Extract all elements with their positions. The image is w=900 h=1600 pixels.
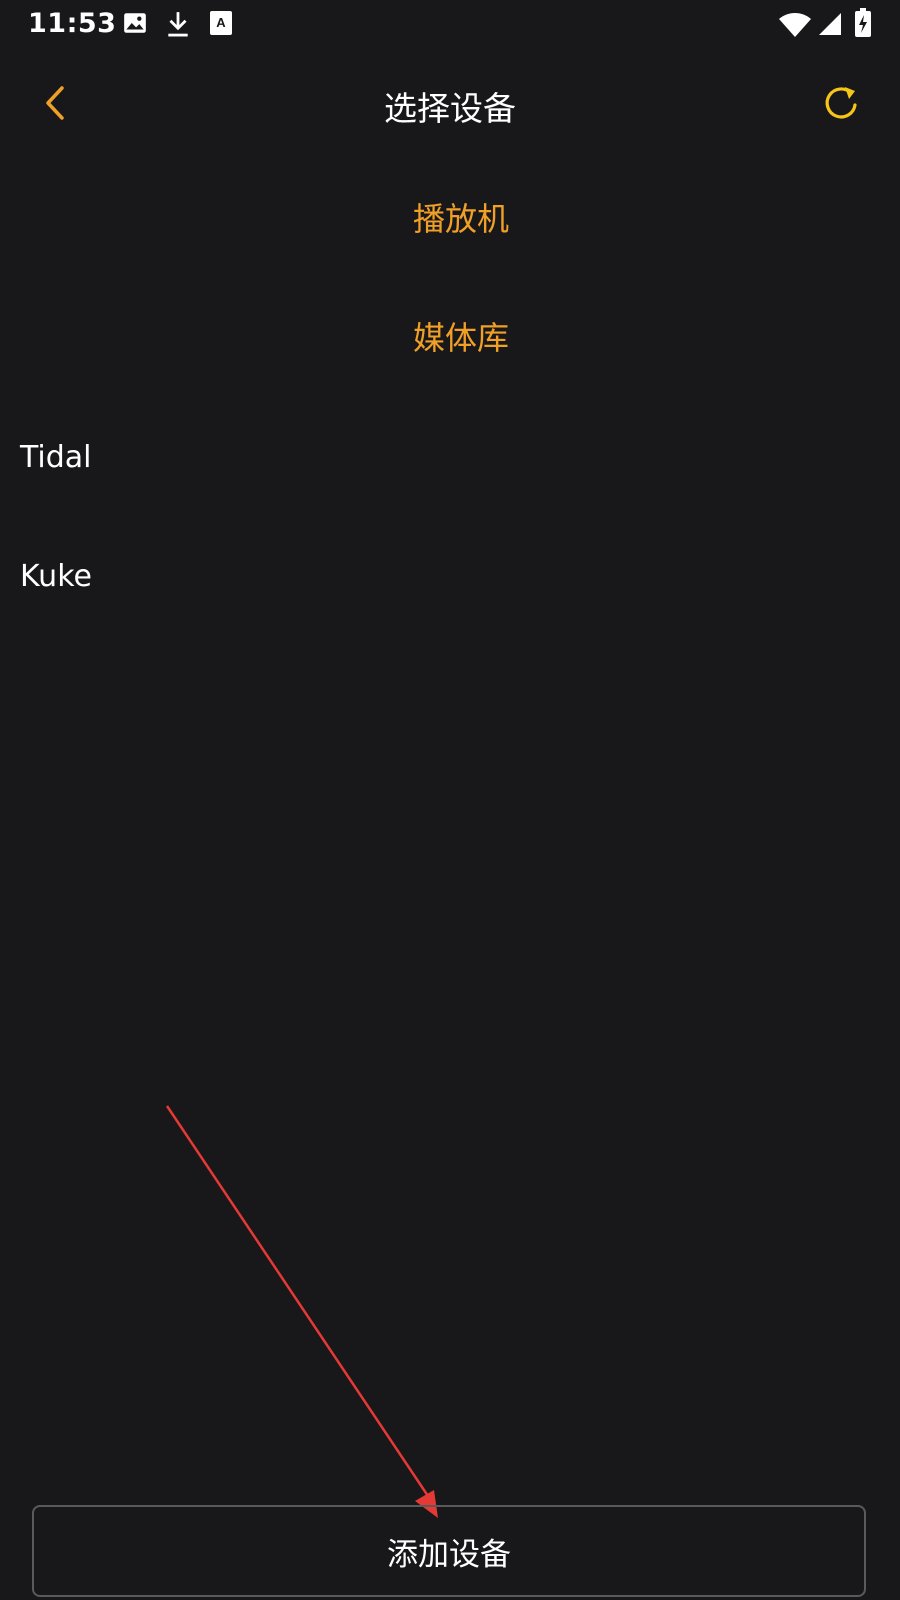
status-time: 11:53 (28, 8, 117, 39)
wifi-icon (778, 12, 812, 42)
text-a-icon: A (209, 10, 233, 40)
image-icon (122, 10, 148, 40)
refresh-button[interactable] (816, 78, 866, 128)
signal-icon (818, 12, 842, 40)
add-device-button[interactable]: 添加设备 (32, 1505, 866, 1597)
list-item-kuke[interactable]: Kuke (0, 517, 900, 636)
list-item-players[interactable]: 播放机 (0, 160, 900, 279)
svg-text:A: A (216, 15, 226, 30)
status-bar: 11:53 A (0, 0, 900, 50)
top-app-bar: 选择设备 (0, 60, 900, 150)
battery-charging-icon (854, 8, 872, 42)
device-list: 播放机 媒体库 Tidal Kuke (0, 160, 900, 636)
list-item-media-library[interactable]: 媒体库 (0, 279, 900, 398)
screen: 11:53 A 选择设备 播放机 媒体库 Tidal Kuke 添加设备 (0, 0, 900, 1600)
page-title: 选择设备 (384, 89, 516, 128)
refresh-icon (825, 87, 857, 119)
list-item-tidal[interactable]: Tidal (0, 398, 900, 517)
download-icon (165, 10, 191, 42)
